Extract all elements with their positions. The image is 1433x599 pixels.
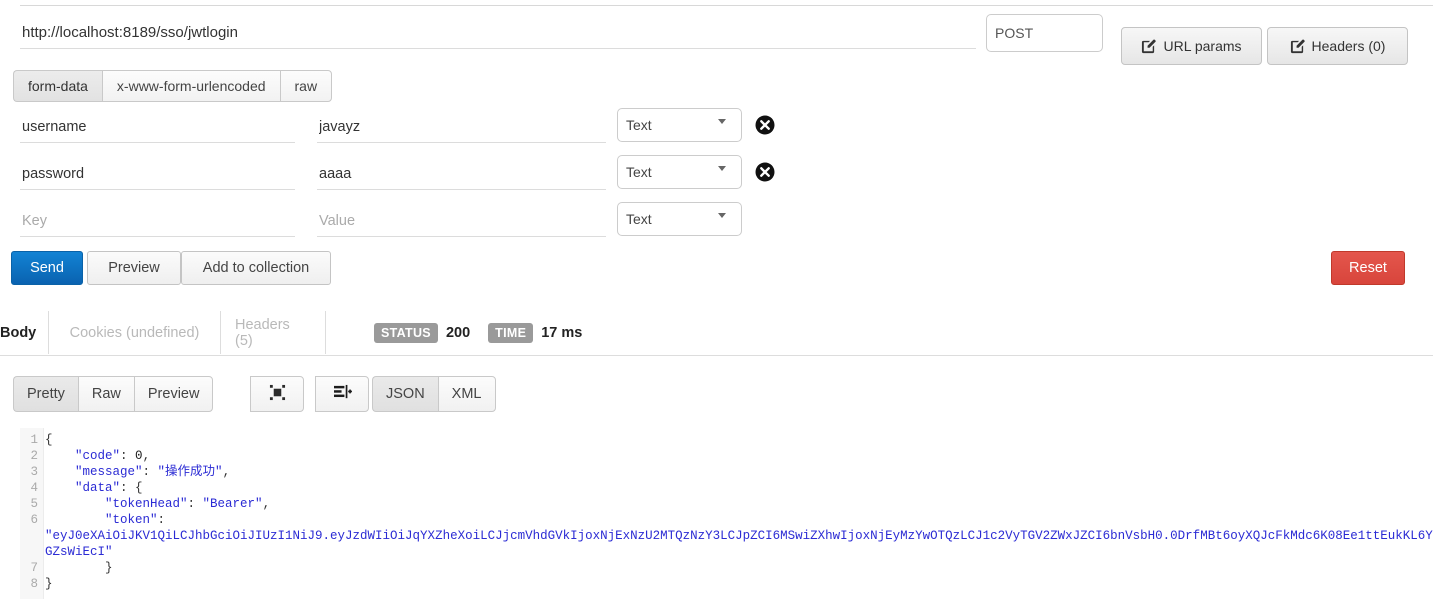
- edit-square-icon: [1290, 39, 1305, 54]
- body-type-tabs: form-data x-www-form-urlencoded raw: [13, 70, 333, 102]
- response-language-group: JSON XML: [372, 376, 496, 412]
- fullscreen-button[interactable]: [250, 376, 304, 412]
- top-divider: [20, 5, 1433, 6]
- http-method-select[interactable]: GETPOSTPUTDELETEPATCHHEADOPTIONS: [986, 14, 1103, 52]
- headers-button[interactable]: Headers (0): [1267, 27, 1408, 65]
- delete-param-icon[interactable]: [755, 162, 775, 182]
- line-number: 8: [30, 577, 38, 591]
- status-badge: STATUS: [374, 322, 438, 343]
- url-params-label: URL params: [1163, 38, 1242, 54]
- tab-xml[interactable]: XML: [437, 376, 496, 412]
- param-type-select[interactable]: TextFile: [617, 202, 742, 236]
- fullscreen-group: [250, 376, 304, 412]
- param-key-input[interactable]: [20, 112, 295, 143]
- tab-form-data[interactable]: form-data: [13, 70, 102, 102]
- param-row-empty: TextFile: [0, 202, 1433, 249]
- param-value-input[interactable]: [317, 206, 606, 237]
- param-value-input[interactable]: [317, 112, 606, 143]
- wrap-lines-icon: [333, 384, 352, 405]
- tab-json[interactable]: JSON: [372, 376, 438, 412]
- response-body-viewer[interactable]: 1 2 3 4 5 6 7 8 { "code": 0, "message": "操作成功",…: [20, 428, 1433, 599]
- send-button[interactable]: Send: [11, 251, 83, 285]
- response-meta: STATUS 200 TIME 17 ms: [360, 311, 606, 354]
- param-key-input[interactable]: [20, 159, 295, 190]
- tab-raw[interactable]: raw: [279, 70, 333, 102]
- request-url-row: GETPOSTPUTDELETEPATCHHEADOPTIONS URL par…: [0, 13, 1433, 65]
- tab-pretty[interactable]: Pretty: [13, 376, 78, 412]
- tab-response-cookies[interactable]: Cookies (undefined): [48, 311, 221, 354]
- wrap-lines-button[interactable]: [315, 376, 369, 412]
- line-number: 3: [30, 465, 38, 479]
- line-number: 4: [30, 481, 38, 495]
- param-type-select[interactable]: TextFile: [617, 108, 742, 142]
- line-number: 7: [30, 561, 38, 575]
- param-key-input[interactable]: [20, 206, 295, 237]
- response-view-toolbar: Pretty Raw Preview JSON XML: [0, 376, 1433, 412]
- tab-raw-response[interactable]: Raw: [77, 376, 134, 412]
- param-row: TextFile: [0, 155, 1433, 202]
- response-status-bar: Body Cookies (undefined) Headers (5) STA…: [0, 311, 1433, 356]
- param-row: TextFile: [0, 108, 1433, 155]
- fullscreen-icon: [269, 384, 286, 405]
- time-badge: TIME: [488, 322, 534, 343]
- line-number: 2: [30, 449, 38, 463]
- headers-label: Headers (0): [1311, 38, 1386, 54]
- param-type-select[interactable]: TextFile: [617, 155, 742, 189]
- tab-response-headers[interactable]: Headers (5): [221, 311, 326, 354]
- edit-square-icon: [1141, 39, 1157, 54]
- param-value-input[interactable]: [317, 159, 606, 190]
- line-number: 5: [30, 497, 38, 511]
- url-input[interactable]: [20, 17, 976, 49]
- status-value: 200: [445, 324, 471, 341]
- line-number: 1: [30, 433, 38, 447]
- request-actions: Send Preview Add to collection Reset: [0, 251, 1433, 285]
- line-number-gutter: 1 2 3 4 5 6 7 8: [20, 428, 44, 599]
- reset-button[interactable]: Reset: [1331, 251, 1405, 285]
- tab-preview-response[interactable]: Preview: [133, 376, 214, 412]
- wrap-lines-group: [315, 376, 369, 412]
- add-to-collection-button[interactable]: Add to collection: [181, 251, 331, 285]
- preview-button[interactable]: Preview: [87, 251, 181, 285]
- delete-param-icon[interactable]: [755, 115, 775, 135]
- response-body-code: { "code": 0, "message": "操作成功", "data": …: [45, 433, 1433, 591]
- response-format-group: Pretty Raw Preview: [13, 376, 214, 412]
- url-params-button[interactable]: URL params: [1121, 27, 1262, 65]
- time-value: 17 ms: [541, 324, 583, 341]
- line-number: 6: [30, 513, 38, 527]
- tab-x-www-form-urlencoded[interactable]: x-www-form-urlencoded: [101, 70, 280, 102]
- tab-response-body[interactable]: Body: [0, 311, 52, 354]
